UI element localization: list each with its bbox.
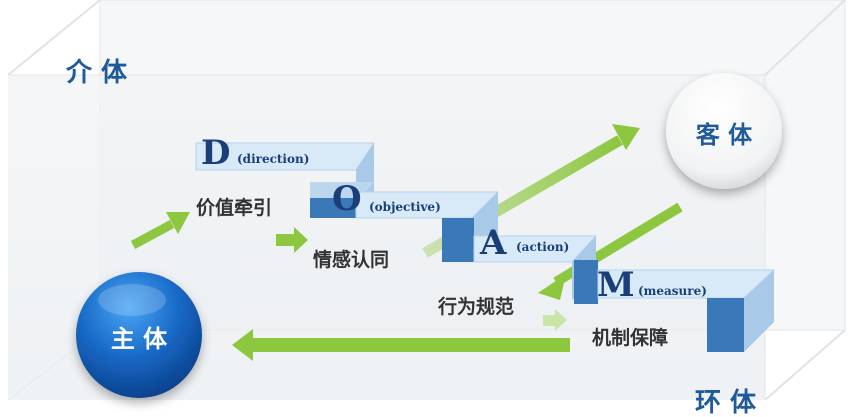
subject-circle — [76, 73, 782, 398]
doam-diagram: D (direction) O (objective) A (action) M… — [0, 0, 864, 417]
object-label: 客 体 — [695, 121, 753, 149]
subject-label: 主 体 — [110, 325, 168, 353]
